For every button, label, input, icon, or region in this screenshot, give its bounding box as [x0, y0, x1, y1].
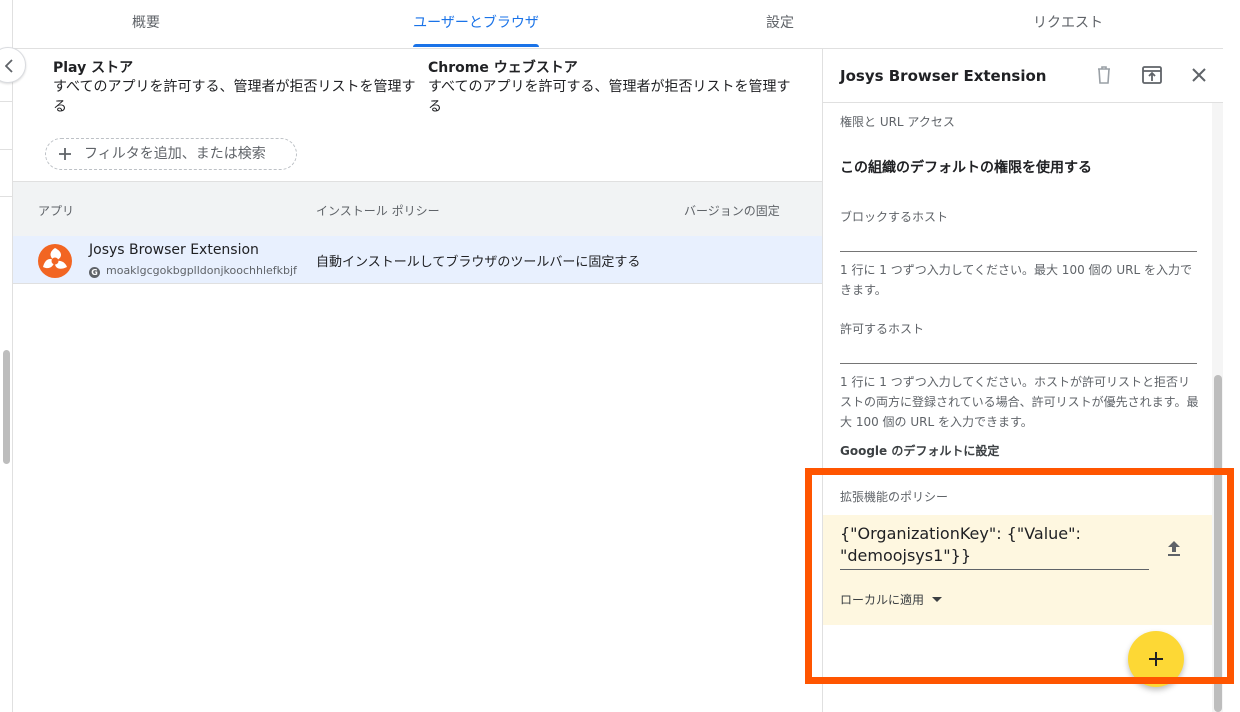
active-tab-indicator [413, 44, 539, 47]
default-permissions[interactable]: この組織のデフォルトの権限を使用する [840, 157, 1092, 177]
nav-divider [0, 149, 13, 150]
table-row[interactable]: Josys Browser Extension Gmoaklgcgokbgpll… [13, 236, 822, 284]
panel-scrollbar-thumb[interactable] [1214, 375, 1222, 712]
app-name: Josys Browser Extension [89, 242, 259, 258]
app-id: Gmoaklgcgokbgplldonjkoochhlefkbjf [89, 264, 297, 278]
column-header-version-pin[interactable]: バージョンの固定 [684, 202, 780, 219]
josys-logo-icon [38, 244, 72, 278]
caret-down-icon [932, 597, 943, 602]
play-store-title: Play ストア [53, 60, 134, 76]
nav-divider [0, 101, 13, 102]
main-content: Play ストア すべてのアプリを許可する、管理者が拒否リストを管理する Chr… [13, 49, 822, 712]
plus-icon [1149, 652, 1163, 666]
panel-header: Josys Browser Extension [823, 49, 1224, 103]
local-apply-dropdown[interactable]: ローカルに適用 [840, 591, 943, 608]
extension-policy-label: 拡張機能のポリシー [840, 490, 949, 504]
tab-users-browsers[interactable]: ユーザーとブラウザ [400, 0, 552, 49]
column-header-app[interactable]: アプリ [38, 202, 74, 219]
table-header: アプリ インストール ポリシー バージョンの固定 [13, 181, 822, 236]
allowed-hosts-label: 許可するホスト [840, 322, 925, 336]
app-id-text: moaklgcgokbgplldonjkoochhlefkbjf [106, 264, 297, 277]
google-default-button[interactable]: Google のデフォルトに設定 [840, 442, 999, 459]
close-icon[interactable] [1188, 64, 1210, 86]
filter-label: フィルタを追加、または検索 [84, 146, 266, 162]
left-scrollbar[interactable] [3, 350, 10, 464]
tab-settings[interactable]: 設定 [723, 0, 837, 49]
left-nav-strip [0, 0, 13, 712]
chrome-store-setting[interactable]: Chrome ウェブストア すべてのアプリを許可する、管理者が拒否リストを管理す… [428, 59, 798, 117]
chevron-left-icon [5, 59, 13, 73]
chrome-store-title: Chrome ウェブストア [428, 60, 578, 76]
blocked-hosts-label: ブロックするホスト [840, 210, 949, 224]
blocked-hosts-help: 1 行に 1 つずつ入力してください。最大 100 個の URL を入力できます… [840, 263, 1192, 297]
page-edge [1223, 0, 1240, 712]
allowed-hosts-help: 1 行に 1 つずつ入力してください。ホストが許可リストと拒否リストの両方に登録… [840, 375, 1199, 429]
plus-icon [59, 148, 71, 160]
play-store-setting[interactable]: Play ストア すべてのアプリを許可する、管理者が拒否リストを管理する [53, 59, 423, 117]
panel-title: Josys Browser Extension [840, 67, 1047, 85]
blocked-hosts-input[interactable] [840, 251, 1197, 252]
policy-input-underline [840, 569, 1149, 570]
local-apply-label: ローカルに適用 [840, 593, 925, 607]
upload-icon[interactable] [1163, 537, 1185, 559]
google-icon: G [89, 267, 100, 278]
add-filter-chip[interactable]: フィルタを追加、または検索 [45, 138, 297, 170]
permissions-label: 権限と URL アクセス [840, 115, 955, 129]
allowed-hosts-input[interactable] [840, 363, 1197, 364]
trash-icon[interactable] [1093, 64, 1115, 86]
extension-policy-editor: {"OrganizationKey": {"Value": "demoojsys… [823, 515, 1212, 625]
app-install-policy: 自動インストールしてブラウザのツールバーに固定する [316, 255, 641, 270]
tab-overview[interactable]: 概要 [89, 0, 203, 49]
chrome-store-desc: すべてのアプリを許可する、管理者が拒否リストを管理する [428, 79, 791, 115]
open-in-new-icon[interactable] [1141, 64, 1163, 86]
play-store-desc: すべてのアプリを許可する、管理者が拒否リストを管理する [53, 79, 416, 115]
add-fab-button[interactable] [1128, 631, 1184, 687]
app-detail-panel: Josys Browser Extension 権限と URL アクセス この組… [822, 49, 1224, 712]
nav-divider [0, 196, 13, 197]
tab-requests[interactable]: リクエスト [1003, 0, 1133, 49]
extension-policy-value[interactable]: {"OrganizationKey": {"Value": "demoojsys… [840, 523, 1150, 567]
tab-bar: 概要 ユーザーとブラウザ 設定 リクエスト [13, 0, 1223, 49]
admin-console: 概要 ユーザーとブラウザ 設定 リクエスト Play ストア すべてのアプリを許… [0, 0, 1240, 712]
column-header-install-policy[interactable]: インストール ポリシー [316, 202, 440, 219]
